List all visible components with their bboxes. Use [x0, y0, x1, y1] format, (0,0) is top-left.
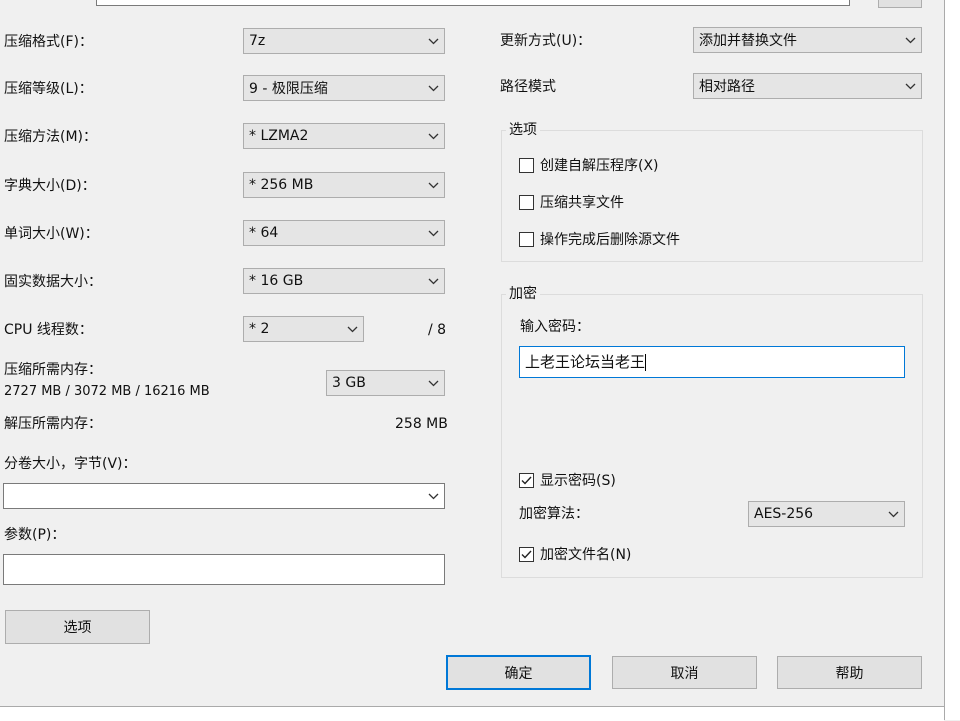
delete-checkbox-row[interactable]: 操作完成后删除源文件	[519, 229, 680, 249]
sfx-checkbox-row[interactable]: 创建自解压程序(X)	[519, 155, 659, 175]
update-label: 更新方式(U)：	[500, 33, 592, 49]
password-value: 上老王论坛当老王	[525, 353, 646, 371]
word-select[interactable]: * 64	[243, 220, 445, 246]
shared-checkbox-row[interactable]: 压缩共享文件	[519, 192, 624, 212]
sfx-label: 创建自解压程序(X)	[540, 158, 659, 174]
encryption-group	[501, 294, 923, 578]
help-button-label: 帮助	[835, 665, 864, 682]
options-group-title: 选项	[506, 121, 540, 139]
mem-decompress-value: 258 MB	[395, 416, 448, 432]
help-button[interactable]: 帮助	[777, 656, 922, 689]
chevron-down-icon	[899, 28, 921, 52]
mem-compress-detail: 2727 MB / 3072 MB / 16216 MB	[4, 384, 210, 399]
ok-button[interactable]: 确定	[446, 655, 591, 690]
archive-path-input[interactable]	[96, 0, 850, 6]
solid-label: 固实数据大小：	[4, 274, 102, 290]
encrypt-names-label: 加密文件名(N)	[540, 547, 632, 563]
checkmark-icon	[521, 550, 532, 559]
show-password-row[interactable]: 显示密码(S)	[519, 470, 616, 490]
level-value: 9 - 极限压缩	[249, 81, 328, 97]
shared-label: 压缩共享文件	[540, 195, 624, 211]
encryption-group-title: 加密	[506, 285, 540, 303]
chevron-down-icon	[422, 173, 444, 197]
sfx-checkbox[interactable]	[519, 157, 534, 173]
enc-method-select[interactable]: AES-256	[748, 501, 905, 527]
chevron-down-icon	[422, 124, 444, 148]
ok-button-label: 确定	[504, 665, 533, 682]
delete-checkbox[interactable]	[519, 231, 534, 247]
solid-value: * 16 GB	[249, 273, 304, 289]
show-password-checkbox[interactable]	[519, 472, 534, 488]
cancel-button-label: 取消	[670, 665, 699, 682]
threads-label: CPU 线程数：	[4, 322, 93, 338]
password-label: 输入密码：	[520, 319, 590, 335]
path-select[interactable]: 相对路径	[693, 73, 922, 99]
chevron-down-icon	[882, 502, 904, 526]
browse-button[interactable]	[878, 0, 922, 8]
volume-label: 分卷大小，字节(V)：	[4, 456, 137, 472]
solid-select[interactable]: * 16 GB	[243, 268, 445, 294]
options-button-label: 选项	[63, 620, 92, 636]
mem-decompress-label: 解压所需内存：	[4, 416, 102, 432]
method-select[interactable]: * LZMA2	[243, 123, 445, 149]
dict-value: * 256 MB	[249, 177, 314, 193]
chevron-down-icon	[422, 221, 444, 245]
format-select[interactable]: 7z	[243, 28, 445, 54]
volume-select[interactable]	[3, 483, 445, 509]
threads-select[interactable]: * 2	[243, 316, 364, 342]
chevron-down-icon	[341, 317, 363, 341]
threads-value: * 2	[249, 321, 270, 337]
text-caret	[645, 354, 647, 371]
word-value: * 64	[249, 225, 279, 241]
format-label: 压缩格式(F)：	[4, 34, 93, 50]
checkmark-icon	[521, 476, 532, 485]
level-select[interactable]: 9 - 极限压缩	[243, 75, 445, 101]
path-value: 相对路径	[699, 79, 755, 95]
mem-compress-label: 压缩所需内存：	[4, 362, 102, 378]
update-select[interactable]: 添加并替换文件	[693, 27, 922, 53]
delete-label: 操作完成后删除源文件	[540, 232, 680, 248]
dict-select[interactable]: * 256 MB	[243, 172, 445, 198]
level-label: 压缩等级(L)：	[4, 81, 93, 97]
chevron-down-icon	[422, 76, 444, 100]
enc-method-label: 加密算法：	[519, 506, 589, 522]
shared-checkbox[interactable]	[519, 194, 534, 210]
chevron-down-icon	[899, 74, 921, 98]
params-label: 参数(P)：	[4, 527, 66, 543]
update-value: 添加并替换文件	[699, 33, 797, 49]
enc-method-value: AES-256	[754, 506, 814, 522]
params-input[interactable]	[3, 554, 445, 585]
threads-max: / 8	[428, 322, 447, 338]
format-value: 7z	[249, 33, 266, 49]
path-label: 路径模式	[500, 79, 556, 95]
cancel-button[interactable]: 取消	[612, 656, 757, 689]
chevron-down-icon	[422, 484, 444, 508]
mem-compress-select[interactable]: 3 GB	[326, 370, 445, 396]
method-label: 压缩方法(M)：	[4, 129, 98, 145]
dict-label: 字典大小(D)：	[4, 178, 96, 194]
word-label: 单词大小(W)：	[4, 226, 99, 242]
chevron-down-icon	[422, 29, 444, 53]
encrypt-names-row[interactable]: 加密文件名(N)	[519, 544, 631, 564]
chevron-down-icon	[422, 269, 444, 293]
encrypt-names-checkbox[interactable]	[519, 546, 534, 562]
chevron-down-icon	[422, 371, 444, 395]
method-value: * LZMA2	[249, 128, 309, 144]
window-border-bottom	[0, 706, 944, 721]
password-input[interactable]: 上老王论坛当老王	[519, 346, 905, 378]
mem-compress-value: 3 GB	[332, 375, 366, 391]
options-button[interactable]: 选项	[5, 610, 150, 644]
window-border-right	[944, 0, 960, 720]
show-password-label: 显示密码(S)	[540, 473, 616, 489]
